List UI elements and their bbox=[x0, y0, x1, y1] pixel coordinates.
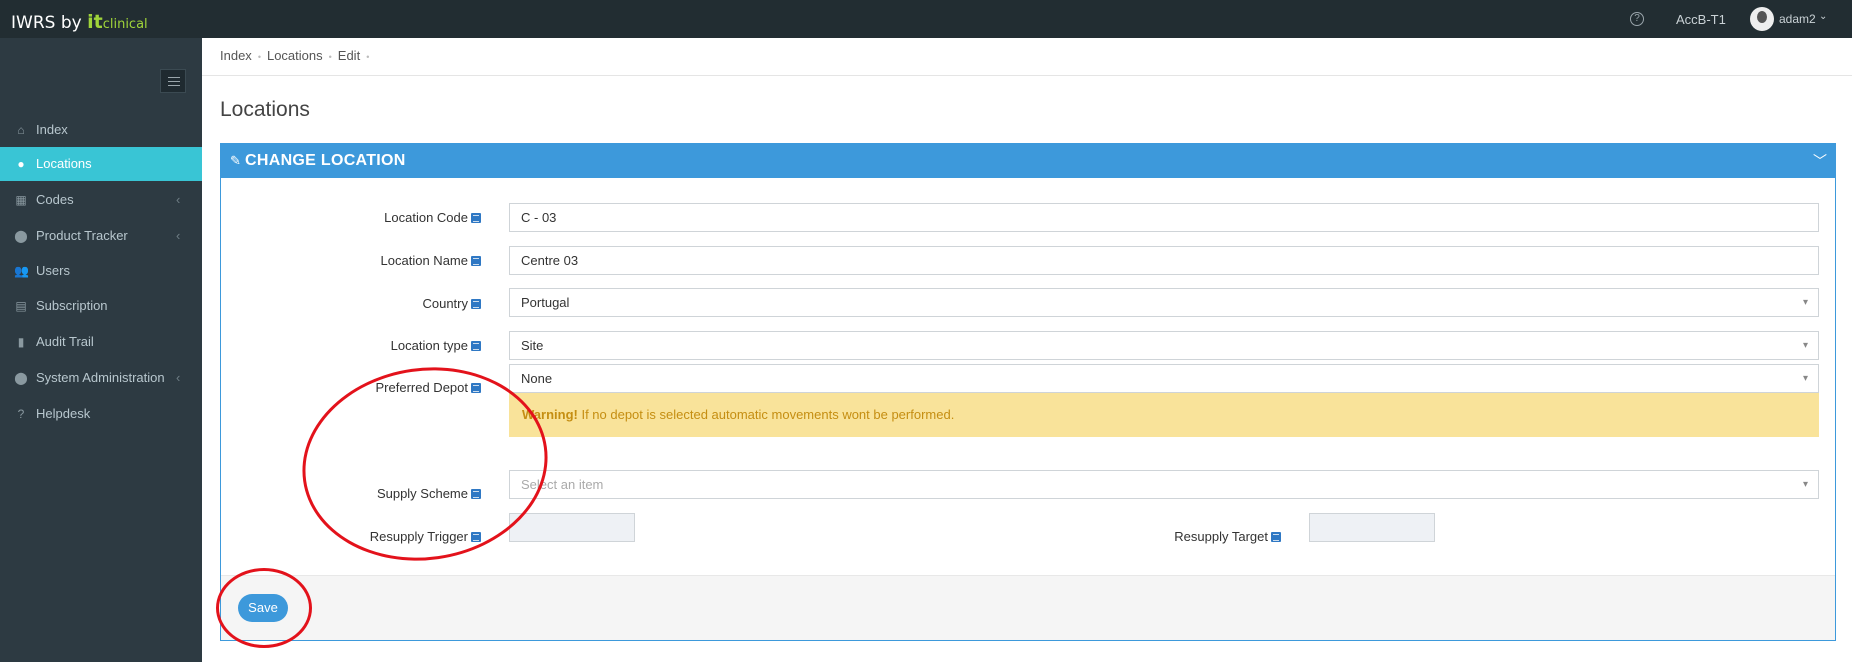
globe-icon: ● bbox=[17, 157, 25, 171]
info-book-icon[interactable] bbox=[471, 383, 481, 393]
depot-warning-alert: Warning! If no depot is selected automat… bbox=[509, 393, 1819, 437]
warning-text: If no depot is selected automatic moveme… bbox=[577, 407, 955, 422]
brand-clinical: clinical bbox=[102, 17, 148, 32]
sidebar-item-index[interactable]: ⌂ Index bbox=[0, 113, 202, 147]
sidebar-item-label: Product Tracker bbox=[36, 228, 128, 243]
breadcrumb-separator: • bbox=[257, 52, 261, 62]
sidebar-item-label: Subscription bbox=[36, 298, 108, 313]
sidebar-item-audit-trail[interactable]: ▮ Audit Trail bbox=[0, 325, 202, 359]
sidebar-toggle-button[interactable] bbox=[160, 69, 186, 93]
info-book-icon[interactable] bbox=[471, 213, 481, 223]
page-title: Locations bbox=[220, 98, 310, 121]
sidebar: ⌂ Index ● Locations ▦ Codes ‹ ⬤ Product … bbox=[0, 38, 202, 662]
breadcrumb-edit: Edit bbox=[337, 48, 361, 63]
breadcrumb-separator: • bbox=[366, 52, 370, 62]
location-name-input[interactable]: Centre 03 bbox=[509, 246, 1819, 275]
supply-scheme-label: Supply Scheme bbox=[321, 486, 481, 501]
sidebar-item-label: System Administration bbox=[36, 370, 165, 385]
panel-header: ✎ CHANGE LOCATION ﹀ bbox=[221, 144, 1835, 178]
info-book-icon[interactable] bbox=[471, 299, 481, 309]
country-select[interactable]: Portugal bbox=[509, 288, 1819, 317]
sidebar-item-label: Codes bbox=[36, 192, 74, 207]
preferred-depot-select[interactable]: None bbox=[509, 364, 1819, 393]
breadcrumb-separator: • bbox=[328, 52, 332, 62]
location-code-label: Location Code bbox=[321, 210, 481, 225]
map-marker-icon: ⬤ bbox=[14, 371, 28, 385]
brand-it: it bbox=[87, 11, 103, 33]
location-type-select[interactable]: Site bbox=[509, 331, 1819, 360]
study-selector[interactable]: AccB-T1 bbox=[1676, 12, 1726, 27]
sidebar-item-label: Audit Trail bbox=[36, 334, 94, 349]
supply-scheme-select[interactable]: Select an item bbox=[509, 470, 1819, 499]
save-button[interactable]: Save bbox=[238, 594, 288, 622]
table-icon: ▦ bbox=[15, 193, 27, 207]
country-label: Country bbox=[321, 296, 481, 311]
question-icon: ? bbox=[17, 407, 25, 421]
location-name-label: Location Name bbox=[321, 253, 481, 268]
help-icon[interactable]: ? bbox=[1630, 12, 1644, 26]
brand-prefix: IWRS by bbox=[11, 13, 88, 33]
resupply-trigger-label: Resupply Trigger bbox=[321, 529, 481, 544]
info-book-icon[interactable] bbox=[1271, 532, 1281, 542]
top-navbar: IWRS by itclinical ? AccB-T1 adam2 ⌄ bbox=[0, 0, 1852, 38]
users-icon: 👥 bbox=[14, 264, 29, 278]
main-content: Index • Locations • Edit • Locations ✎ CHANGE… bbox=[202, 38, 1852, 662]
sidebar-item-product-tracker[interactable]: ⬤ Product Tracker ‹ bbox=[0, 219, 202, 253]
sidebar-item-label: Locations bbox=[36, 156, 92, 171]
sidebar-item-label: Users bbox=[36, 263, 70, 278]
panel-title: CHANGE LOCATION bbox=[245, 152, 406, 169]
chevron-left-icon: ‹ bbox=[176, 228, 181, 243]
avatar[interactable] bbox=[1750, 7, 1774, 31]
preferred-depot-label: Preferred Depot bbox=[321, 380, 481, 395]
chevron-down-icon[interactable]: ⌄ bbox=[1819, 11, 1827, 22]
brand-logo[interactable]: IWRS by itclinical bbox=[11, 11, 148, 33]
change-location-panel: ✎ CHANGE LOCATION ﹀ Location Code C - 03… bbox=[220, 143, 1836, 641]
sidebar-item-locations[interactable]: ● Locations bbox=[0, 147, 202, 181]
sidebar-item-label: Helpdesk bbox=[36, 406, 91, 421]
user-menu[interactable]: adam2 bbox=[1779, 12, 1816, 26]
sidebar-item-codes[interactable]: ▦ Codes ‹ bbox=[0, 183, 202, 217]
location-type-label: Location type bbox=[321, 338, 481, 353]
sidebar-item-system-administration[interactable]: ⬤ System Administration ‹ bbox=[0, 361, 202, 395]
location-code-input[interactable]: C - 03 bbox=[509, 203, 1819, 232]
sidebar-item-users[interactable]: 👥 Users bbox=[0, 254, 202, 288]
resupply-target-label: Resupply Target bbox=[1101, 529, 1281, 544]
resupply-trigger-input[interactable] bbox=[509, 513, 635, 542]
warning-strong: Warning! bbox=[522, 407, 578, 422]
info-book-icon[interactable] bbox=[471, 256, 481, 266]
chevron-left-icon: ‹ bbox=[176, 192, 181, 207]
sidebar-item-helpdesk[interactable]: ? Helpdesk bbox=[0, 397, 202, 431]
chevron-left-icon: ‹ bbox=[176, 370, 181, 385]
resupply-target-input[interactable] bbox=[1309, 513, 1435, 542]
map-marker-icon: ⬤ bbox=[14, 229, 28, 243]
info-book-icon[interactable] bbox=[471, 341, 481, 351]
breadcrumb-locations[interactable]: Locations bbox=[267, 48, 323, 63]
sidebar-item-label: Index bbox=[36, 122, 68, 137]
panel-footer: Save bbox=[221, 575, 1835, 640]
info-book-icon[interactable] bbox=[471, 489, 481, 499]
archive-icon: ▤ bbox=[15, 299, 27, 313]
collapse-chevron-icon[interactable]: ﹀ bbox=[1813, 151, 1827, 171]
breadcrumb: Index • Locations • Edit • bbox=[202, 38, 1852, 76]
sidebar-item-subscription[interactable]: ▤ Subscription bbox=[0, 289, 202, 323]
pencil-icon: ✎ bbox=[230, 153, 241, 168]
book-icon: ▮ bbox=[17, 335, 25, 349]
breadcrumb-index[interactable]: Index bbox=[220, 48, 252, 63]
info-book-icon[interactable] bbox=[471, 532, 481, 542]
home-icon: ⌂ bbox=[17, 123, 25, 137]
